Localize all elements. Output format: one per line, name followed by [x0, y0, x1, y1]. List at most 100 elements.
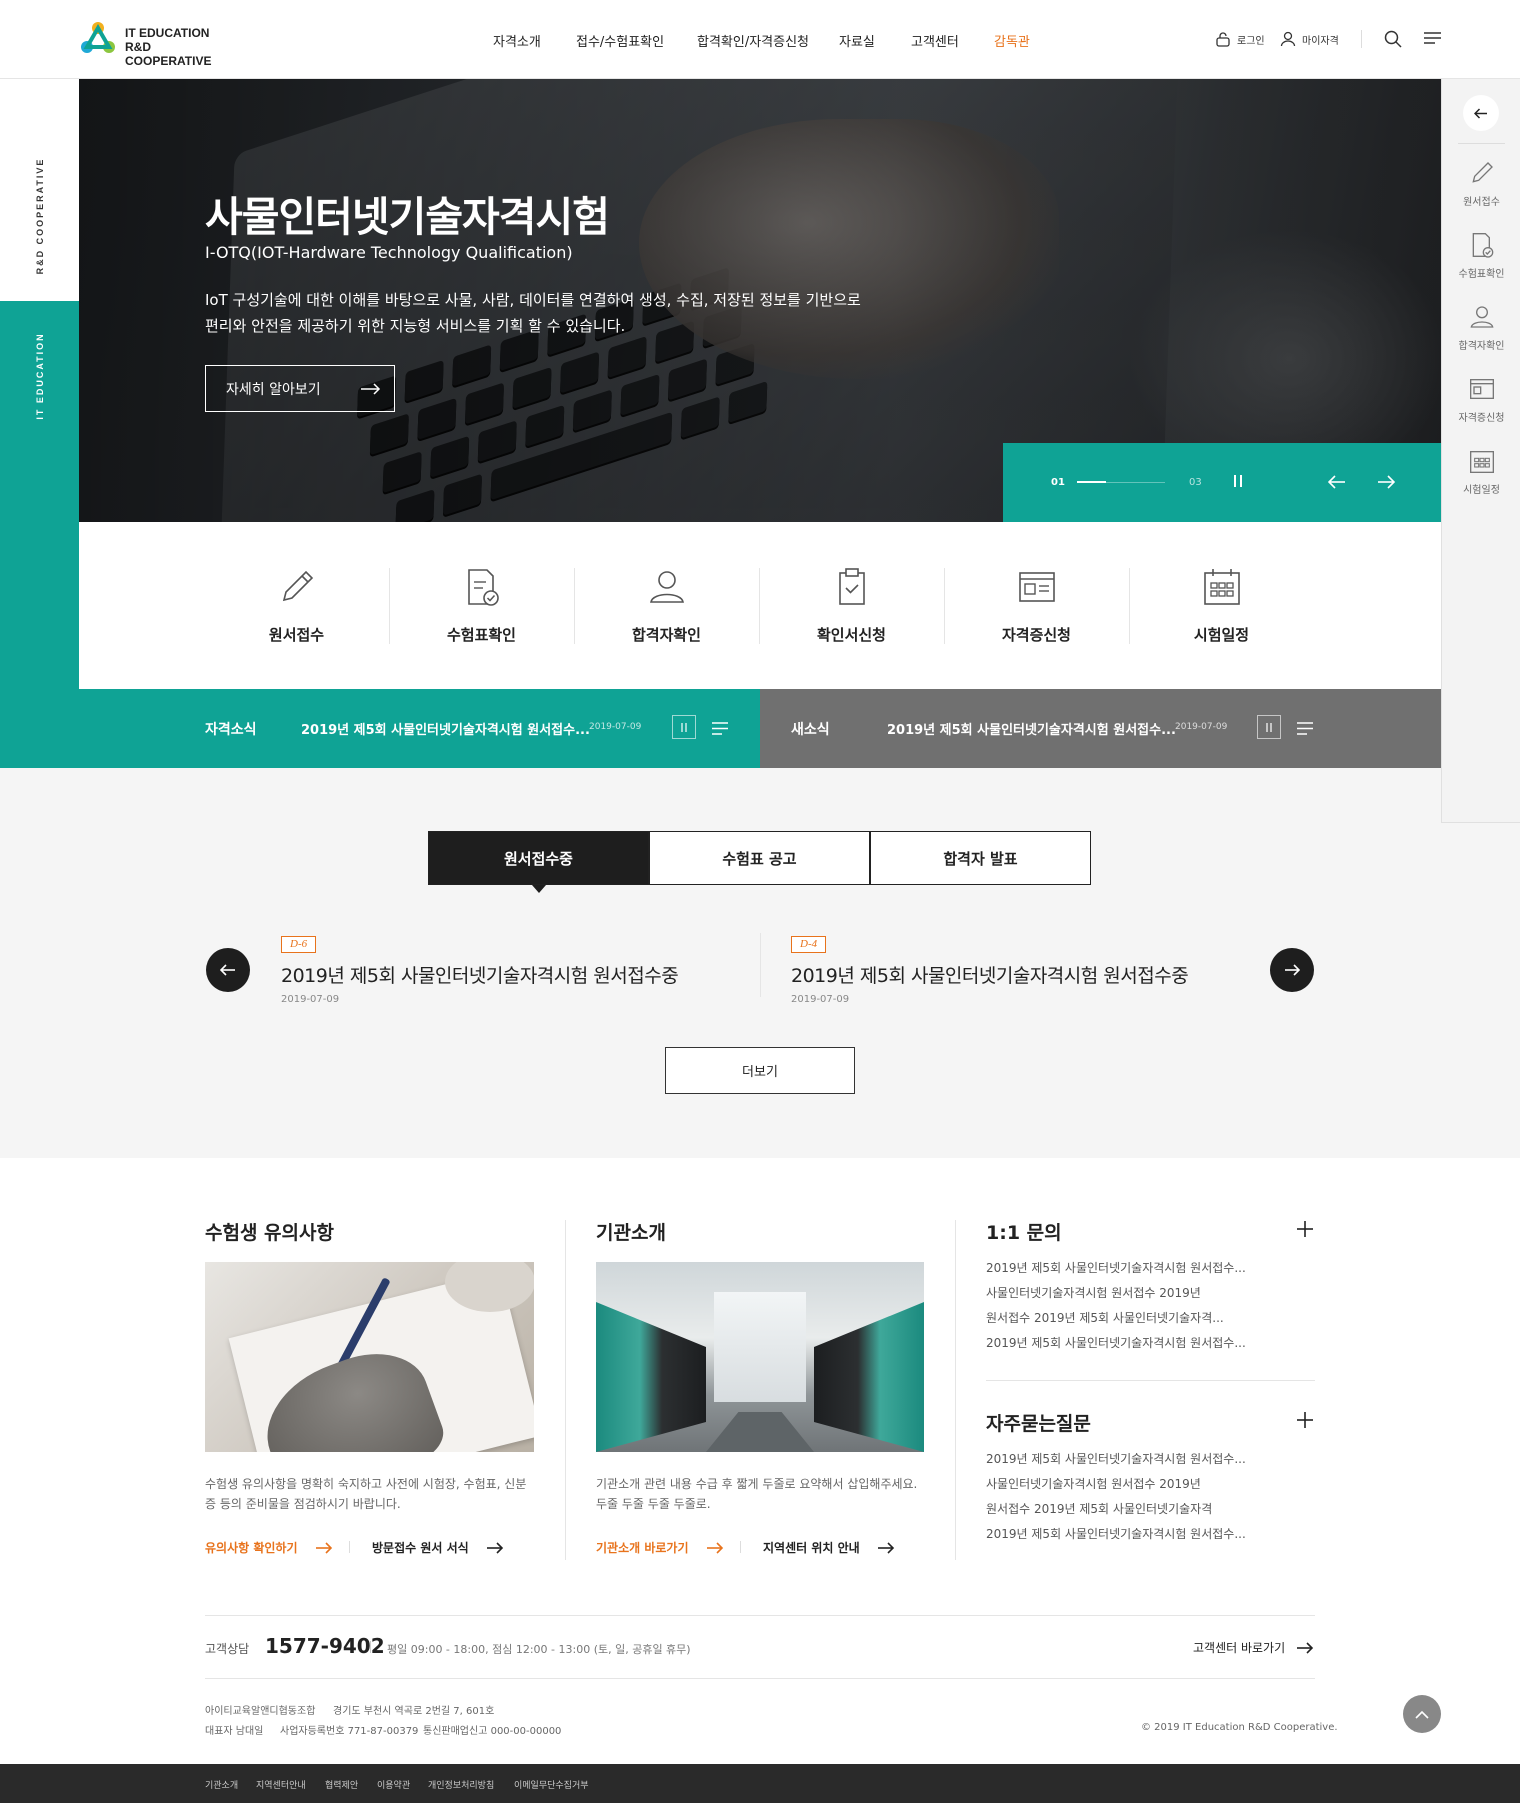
cs-divider — [370, 1641, 371, 1653]
quick-schedule[interactable]: 시험일정 — [1129, 566, 1314, 646]
faq-item[interactable]: 원서접수 2019년 제5회 사물인터넷기술자격 — [986, 1497, 1246, 1522]
inquiry-item[interactable]: 2019년 제5회 사물인터넷기술자격시험 원서접수... — [986, 1331, 1246, 1356]
arrow-right-icon — [315, 1541, 332, 1554]
list-icon[interactable] — [1297, 722, 1313, 735]
column-divider — [955, 1220, 956, 1560]
inquiry-divider — [986, 1380, 1315, 1381]
center-location-link[interactable]: 지역센터 위치 안내 — [763, 1539, 895, 1556]
company-name: 아이티교육알앤디협동조합 — [205, 1706, 316, 1717]
logo-line-1: IT EDUCATION — [125, 26, 210, 40]
about-description: 기관소개 관련 내용 수급 후 짧게 두줄로 요약해서 삽입해주세요. 두줄 두… — [596, 1477, 918, 1511]
news-headline[interactable]: 2019년 제5회 사물인터넷기술자격시험 원서접수... — [301, 719, 590, 738]
quick-schedule-label: 시험일정 — [1193, 626, 1250, 644]
quick-ticket-label: 수험표확인 — [446, 626, 516, 644]
nav-item-qualification[interactable]: 자격소개 — [493, 31, 541, 50]
slide-next-icon[interactable] — [1377, 475, 1395, 489]
side-label-bottom-area: IT EDUCATION — [0, 301, 79, 689]
quick-certificate[interactable]: 자격증신청 — [944, 566, 1129, 646]
hero-desc-line-2: 편리와 안전을 제공하기 위한 지능형 서비스를 기획 할 수 있습니다. — [205, 317, 626, 335]
faq-item[interactable]: 2019년 제5회 사물인터넷기술자격시험 원서접수... — [986, 1447, 1246, 1472]
nav-item-library[interactable]: 자료실 — [839, 31, 875, 50]
right-quick-bar: 원서접수 수험표확인 합격자확인 자격증신청 시험일정 — [1441, 79, 1520, 823]
rightbar-ticket[interactable]: 수험표확인 — [1442, 231, 1520, 280]
faq-item[interactable]: 2019년 제5회 사물인터넷기술자격시험 원서접수... — [986, 1522, 1246, 1547]
footer-link-about[interactable]: 기관소개 — [205, 1778, 238, 1791]
guide-check-link[interactable]: 유의사항 확인하기 — [205, 1539, 333, 1556]
rightbar-schedule[interactable]: 시험일정 — [1442, 447, 1520, 496]
notice-card[interactable]: D-6 2019년 제5회 사물인터넷기술자격시험 원서접수중 2019-07-… — [281, 932, 679, 1005]
pencil-icon — [1471, 162, 1493, 183]
news-pause-button[interactable] — [672, 715, 696, 739]
arrow-right-icon — [706, 1541, 723, 1554]
arrow-right-icon — [486, 1541, 503, 1554]
quick-confirm[interactable]: 확인서신청 — [759, 566, 944, 646]
pause-icon[interactable] — [1232, 474, 1244, 488]
rightbar-collapse-button[interactable] — [1463, 95, 1499, 131]
inquiry-item[interactable]: 2019년 제5회 사물인터넷기술자격시험 원서접수... — [986, 1256, 1246, 1281]
faq-item[interactable]: 사물인터넷기술자격시험 원서접수 2019년 — [986, 1472, 1246, 1497]
menu-icon[interactable] — [1424, 32, 1441, 46]
search-icon[interactable] — [1384, 30, 1402, 48]
arrow-right-icon — [877, 1541, 894, 1554]
side-label-top-area: R&D COOPERATIVE — [0, 79, 79, 301]
visit-form-link[interactable]: 방문접수 원서 서식 — [372, 1539, 504, 1556]
quick-certificate-label: 자격증신청 — [1001, 626, 1071, 644]
tab-pass-announce[interactable]: 합격자 발표 — [870, 831, 1091, 885]
footer-link-terms[interactable]: 이용약관 — [377, 1778, 410, 1791]
scroll-top-button[interactable] — [1403, 1695, 1441, 1733]
pencil-icon — [282, 570, 314, 602]
more-button[interactable]: 더보기 — [665, 1047, 855, 1094]
about-link-label: 기관소개 바로가기 — [596, 1541, 689, 1555]
list-icon[interactable] — [712, 722, 728, 735]
left-desks-shape — [596, 1302, 706, 1452]
footer-link-centers[interactable]: 지역센터안내 — [256, 1778, 306, 1791]
plus-icon[interactable] — [1297, 1412, 1313, 1428]
mypage-label: 마이자격 — [1302, 35, 1339, 47]
nav-item-application[interactable]: 접수/수험표확인 — [576, 31, 664, 50]
logo[interactable]: IT EDUCATION R&D COOPERATIVE — [79, 20, 239, 68]
footer-link-privacy[interactable]: 개인정보처리방침 — [428, 1778, 494, 1791]
rightbar-certificate[interactable]: 자격증신청 — [1442, 375, 1520, 424]
tab-applying[interactable]: 원서접수중 — [428, 831, 649, 885]
tab-ticket-notice[interactable]: 수험표 공고 — [649, 831, 870, 885]
guide-image[interactable] — [205, 1262, 534, 1452]
about-title: 기관소개 — [596, 1222, 666, 1244]
notice-next-button[interactable] — [1270, 948, 1314, 992]
cs-center-link[interactable]: 고객센터 바로가기 — [1193, 1639, 1314, 1656]
slide-progress-track — [1077, 481, 1165, 483]
login-link[interactable]: 로그인 — [1215, 31, 1265, 47]
rightbar-certificate-label: 자격증신청 — [1458, 413, 1505, 424]
news-pause-button[interactable] — [1257, 715, 1281, 739]
quick-ticket[interactable]: 수험표확인 — [389, 566, 574, 646]
quick-pass-label: 합격자확인 — [631, 626, 701, 644]
nav-item-customer-center[interactable]: 고객센터 — [911, 31, 959, 50]
d-day-badge: D-6 — [281, 936, 317, 953]
notice-card[interactable]: D-4 2019년 제5회 사물인터넷기술자격시험 원서접수중 2019-07-… — [791, 932, 1189, 1005]
rightbar-schedule-label: 시험일정 — [1463, 485, 1500, 496]
rightbar-apply[interactable]: 원서접수 — [1442, 159, 1520, 208]
slider-control: 01 03 — [1003, 443, 1441, 522]
hero-subtitle: I-OTQ(IOT-Hardware Technology Qualificat… — [205, 243, 573, 262]
side-label-bottom: IT EDUCATION — [35, 332, 45, 420]
footer-link-partnership[interactable]: 협력제안 — [325, 1778, 358, 1791]
mypage-link[interactable]: 마이자격 — [1280, 31, 1339, 47]
notice-prev-button[interactable] — [206, 948, 250, 992]
quick-pass[interactable]: 합격자확인 — [574, 566, 759, 646]
about-image[interactable] — [596, 1262, 924, 1452]
pause-icon — [1266, 722, 1272, 732]
nav-item-supervisor[interactable]: 감독관 — [994, 31, 1030, 50]
rightbar-pass[interactable]: 합격자확인 — [1442, 303, 1520, 352]
cs-label: 고객상담 — [205, 1642, 250, 1656]
inquiry-item[interactable]: 원서접수 2019년 제5회 사물인터넷기술자격... — [986, 1306, 1246, 1331]
hero-more-button[interactable]: 자세히 알아보기 — [205, 365, 395, 412]
nav-item-pass-check[interactable]: 합격확인/자격증신청 — [697, 31, 809, 50]
inquiry-item[interactable]: 사물인터넷기술자격시험 원서접수 2019년 — [986, 1281, 1246, 1306]
footer-link-email-refusal[interactable]: 이메일무단수집거부 — [514, 1778, 589, 1791]
footer-top-line — [205, 1615, 1315, 1616]
news-headline[interactable]: 2019년 제5회 사물인터넷기술자격시험 원서접수... — [887, 719, 1176, 738]
quick-apply[interactable]: 원서접수 — [204, 566, 389, 646]
slide-prev-icon[interactable] — [1328, 475, 1346, 489]
about-link[interactable]: 기관소개 바로가기 — [596, 1539, 724, 1556]
faq-list: 2019년 제5회 사물인터넷기술자격시험 원서접수... 사물인터넷기술자격시… — [986, 1447, 1246, 1547]
plus-icon[interactable] — [1297, 1221, 1313, 1237]
